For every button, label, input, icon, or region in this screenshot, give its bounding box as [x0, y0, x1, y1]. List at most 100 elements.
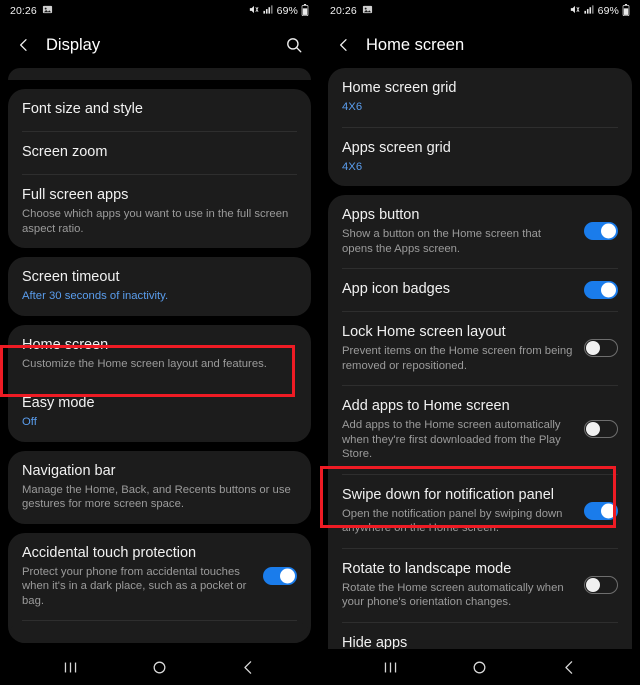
toggle-switch[interactable] [584, 339, 618, 357]
row-title: Full screen apps [22, 187, 129, 203]
system-navigation-bar [0, 649, 319, 685]
status-bar: 20:26 69% [320, 0, 640, 22]
row-texts: Navigation bar Manage the Home, Back, an… [22, 462, 297, 512]
list-item[interactable]: Screen timeout After 30 seconds of inact… [8, 257, 311, 316]
recents-icon[interactable] [371, 652, 411, 682]
signal-bars-icon [583, 4, 595, 18]
row-subtitle: 4X6 [342, 160, 363, 173]
row-texts: Full screen apps Choose which apps you w… [22, 186, 297, 236]
row-title: Lock Home screen layout [342, 324, 506, 340]
status-bar-right: 69% [248, 3, 309, 19]
row-subtitle: Off [22, 416, 37, 428]
status-bar-left: 20:26 [330, 4, 373, 18]
list-item[interactable]: Navigation bar Manage the Home, Back, an… [8, 451, 311, 524]
row-subtitle: Open the notification panel by swiping d… [342, 507, 563, 535]
settings-list[interactable]: Font size and style Screen zoom Full scr… [0, 68, 319, 649]
back-chevron-icon[interactable] [13, 34, 35, 56]
settings-list[interactable]: Home screen grid 4X6 Apps screen grid 4X… [320, 68, 640, 649]
list-item-swipe-down-notification-panel[interactable]: Swipe down for notification panel Open t… [328, 475, 632, 548]
row-texts: Hide apps [342, 634, 618, 650]
row-title: Apps screen grid [342, 139, 451, 156]
list-item[interactable]: Accidental touch protection Protect your… [8, 533, 311, 621]
settings-group-home-easy: Home screen Customize the Home screen la… [8, 324, 311, 442]
row-subtitle: Prevent items on the Home screen from be… [342, 345, 573, 372]
status-time: 20:26 [10, 5, 37, 17]
toggle-thumb [586, 422, 600, 437]
list-item-easy-mode[interactable]: Easy mode Off [8, 383, 311, 442]
row-title: App icon badges [342, 281, 451, 297]
list-item-home-screen[interactable]: Home screen Customize the Home screen la… [8, 325, 311, 384]
settings-group-accidental-touch: Accidental touch protection Protect your… [8, 532, 311, 643]
battery-icon [301, 3, 309, 19]
toggle-thumb [586, 341, 600, 355]
row-subtitle: After 30 seconds of inactivity. [22, 290, 169, 302]
home-icon[interactable] [460, 652, 500, 682]
image-icon [362, 4, 373, 18]
row-subtitle: Protect your phone from accidental touch… [22, 565, 247, 607]
list-item[interactable]: Home screen grid 4X6 [328, 68, 632, 127]
row-title: Add apps to Home screen [342, 398, 510, 414]
list-item-hide-apps[interactable]: Hide apps [328, 623, 632, 650]
search-icon[interactable] [282, 33, 306, 57]
back-icon[interactable] [549, 652, 589, 682]
recents-icon[interactable] [51, 652, 91, 682]
partial-card-top [8, 68, 311, 80]
row-subtitle: Manage the Home, Back, and Recents butto… [22, 483, 291, 511]
toggle-thumb [601, 223, 617, 239]
status-bar-right: 69% [569, 3, 630, 19]
back-chevron-icon[interactable] [333, 34, 355, 56]
row-title: Swipe down for notification panel [342, 486, 554, 503]
row-subtitle: Customize the Home screen layout and fea… [22, 357, 267, 370]
settings-group-navigation-bar: Navigation bar Manage the Home, Back, an… [8, 450, 311, 524]
row-texts: App icon badges [342, 280, 578, 299]
row-subtitle: Add apps to the Home screen automaticall… [342, 419, 561, 460]
row-texts: Apps button Show a button on the Home sc… [342, 206, 578, 256]
home-icon[interactable] [140, 652, 180, 682]
phone-screen-display: 20:26 69% Display Font size and style Sc… [0, 0, 320, 685]
toggle-switch[interactable] [584, 420, 618, 439]
row-texts: Add apps to Home screen Add apps to the … [342, 397, 578, 462]
list-item-rotate-to-landscape-mode[interactable]: Rotate to landscape mode Rotate the Home… [328, 549, 632, 622]
list-item-apps-button[interactable]: Apps button Show a button on the Home sc… [328, 195, 632, 268]
app-bar: Home screen [320, 22, 640, 68]
row-texts: Easy mode Off [22, 394, 297, 430]
list-item-lock-home-screen-layout[interactable]: Lock Home screen layout Prevent items on… [328, 312, 632, 385]
list-item[interactable]: Font size and style [8, 89, 311, 131]
settings-group-home-options: Apps button Show a button on the Home sc… [328, 195, 632, 649]
phone-screen-home-screen: 20:26 69% Home screen Home screen grid 4… [320, 0, 640, 685]
row-title: Screen zoom [22, 144, 108, 160]
back-icon[interactable] [229, 652, 269, 682]
row-subtitle: Choose which apps you want to use in the… [22, 208, 289, 235]
toggle-switch[interactable] [263, 566, 297, 585]
list-item[interactable]: Screen zoom [8, 132, 311, 174]
list-item[interactable]: Apps screen grid 4X6 [328, 128, 632, 187]
row-title: Accidental touch protection [22, 544, 197, 561]
image-icon [42, 4, 53, 18]
battery-icon [622, 3, 630, 19]
toggle-switch[interactable] [584, 222, 618, 240]
toggle-thumb [586, 577, 600, 592]
toggle-thumb [601, 282, 617, 297]
settings-group-display-basics: Font size and style Screen zoom Full scr… [8, 89, 311, 248]
row-texts: Accidental touch protection Protect your… [22, 544, 257, 609]
list-item[interactable]: Full screen apps Choose which apps you w… [8, 175, 311, 248]
list-item-add-apps-to-home-screen[interactable]: Add apps to Home screen Add apps to the … [328, 386, 632, 474]
toggle-switch[interactable] [584, 501, 618, 520]
page-title: Home screen [366, 35, 465, 54]
toggle-switch[interactable] [584, 280, 618, 299]
row-texts: Home screen Customize the Home screen la… [22, 336, 297, 372]
page-title: Display [46, 35, 101, 54]
status-bar-left: 20:26 [10, 4, 53, 18]
row-texts: Swipe down for notification panel Open t… [342, 486, 578, 536]
toggle-switch[interactable] [584, 575, 618, 594]
settings-group-screen-timeout: Screen timeout After 30 seconds of inact… [8, 257, 311, 316]
battery-percent-label: 69% [276, 5, 298, 17]
status-bar: 20:26 69% [0, 0, 319, 22]
row-texts: Screen timeout After 30 seconds of inact… [22, 268, 297, 304]
system-navigation-bar [320, 649, 640, 685]
mute-vibrate-icon [248, 4, 259, 18]
list-item-app-icon-badges[interactable]: App icon badges [328, 269, 632, 311]
battery-percent-label: 69% [597, 5, 619, 17]
row-subtitle: 4X6 [342, 101, 363, 113]
row-title: Home screen [22, 336, 109, 353]
